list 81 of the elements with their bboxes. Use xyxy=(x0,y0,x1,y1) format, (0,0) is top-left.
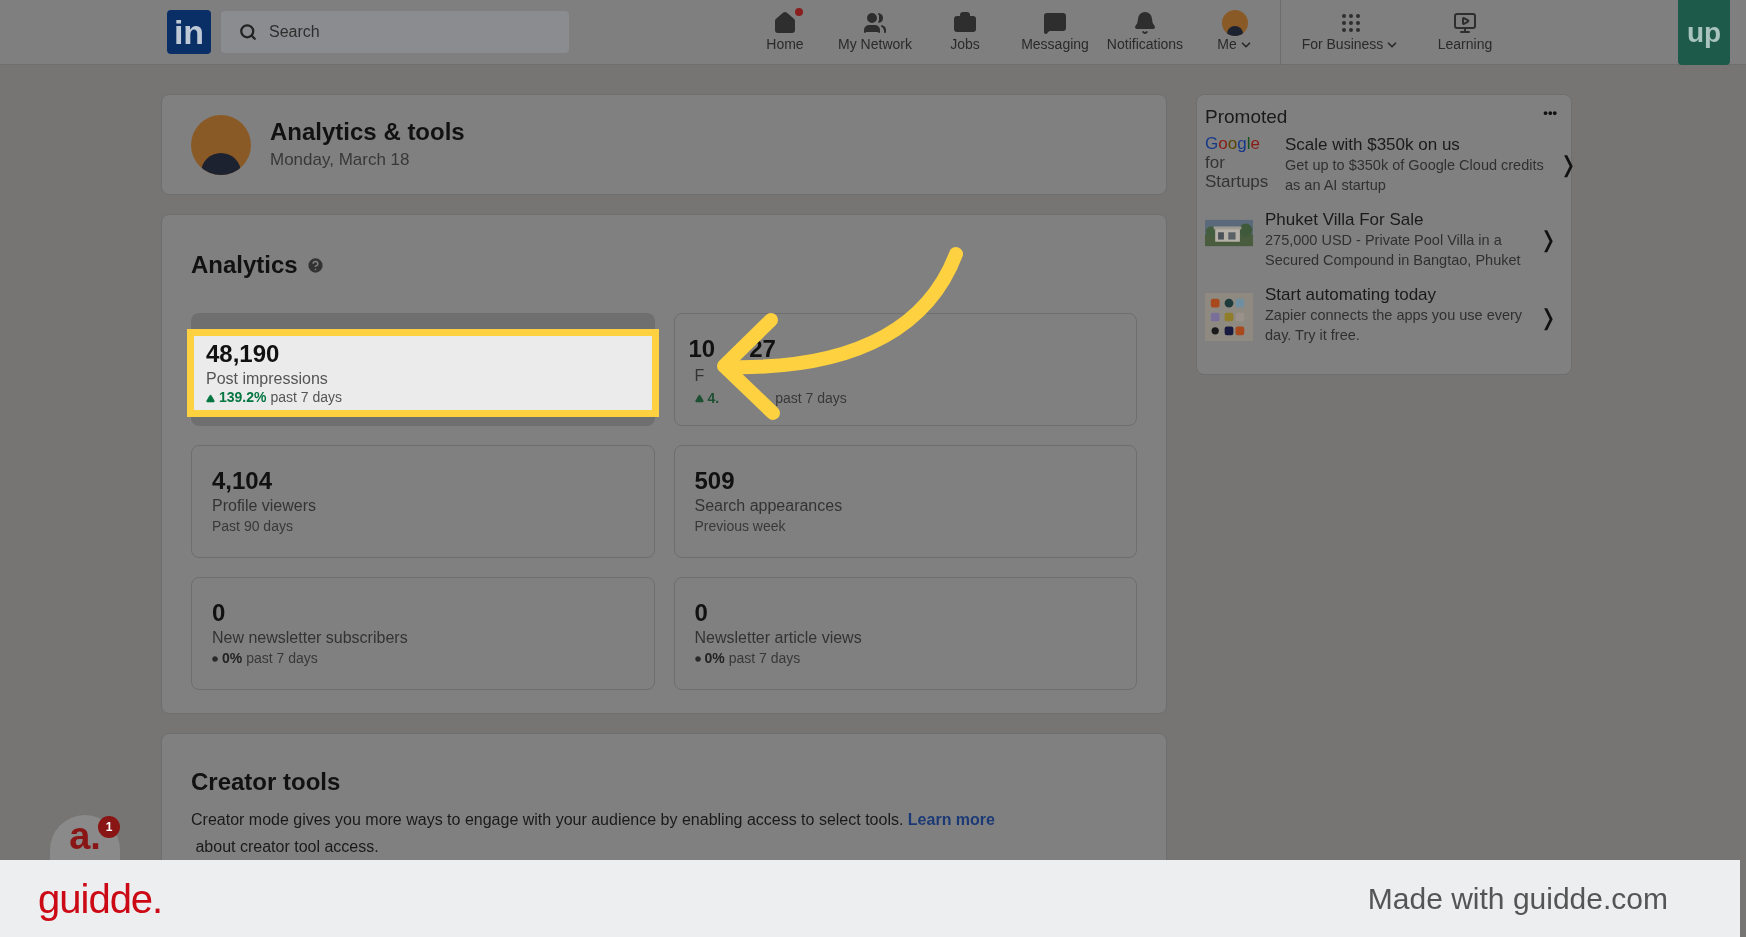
nav-label: My Network xyxy=(838,36,912,54)
nav-item[interactable]: Jobs xyxy=(920,0,1010,65)
logo[interactable]: in xyxy=(167,10,211,54)
ad-text: 275,000 USD - Private Pool Villa in a Secured Compound in Bangtao, Phuket xyxy=(1265,231,1522,270)
ad-item[interactable]: Start automating today Zapier connects the apps you use every day. Try it free. ❭ xyxy=(1205,284,1563,350)
section-title: Creator tools xyxy=(191,767,342,797)
stat-number: 4,104 xyxy=(212,466,274,496)
stat-card[interactable]: 0 Newsletter article views 0% past 7 days xyxy=(673,577,1137,690)
section-title: Promoted xyxy=(1205,105,1288,129)
period-text: past 7 days xyxy=(775,389,847,408)
change-value: 139.2% xyxy=(219,389,267,407)
nav-item[interactable]: Home xyxy=(740,0,830,65)
chat-icon xyxy=(1043,11,1067,36)
stat-card[interactable]: 0 New newsletter subscribers 0% past 7 days xyxy=(191,577,655,690)
search-icon xyxy=(239,23,257,41)
stat-label: F xyxy=(694,367,705,384)
brand-logo: guidde. xyxy=(38,875,163,923)
change-value: 0% xyxy=(704,649,725,668)
credit-text: Made with guidde.com xyxy=(1367,881,1668,917)
ad-item[interactable]: Phuket Villa For Sale 275,000 USD - Private Pool Villa in a Secured Compound in Bangtao, Phuket ❭ xyxy=(1205,208,1563,270)
chevron-icon: ❭ xyxy=(1559,147,1583,181)
nav-label: Jobs xyxy=(950,36,980,54)
stat-number: 0 xyxy=(694,598,709,628)
nav-label: Learning xyxy=(1437,36,1493,54)
nav-item[interactable]: Messaging xyxy=(1010,0,1100,65)
nav-label: For Business xyxy=(1301,36,1384,54)
home-icon xyxy=(773,11,797,36)
nav-label: Home xyxy=(766,36,804,54)
nav-label: Messaging xyxy=(1021,36,1089,54)
ad-text: Zapier connects the apps you use every day. Try it free. xyxy=(1265,306,1524,346)
stat-label: New newsletter subscribers xyxy=(212,628,409,648)
avatar-icon xyxy=(1222,10,1248,37)
stat-number: 48,190 xyxy=(206,339,281,370)
people-icon xyxy=(863,11,887,36)
period-text: past 7 days xyxy=(728,649,801,668)
stat-number: 509 xyxy=(694,466,736,496)
change-value: 0% xyxy=(222,649,243,668)
nav-label: Me xyxy=(1217,36,1237,54)
chevron-icon: ❭ xyxy=(1539,222,1563,256)
stat-number: 0 xyxy=(212,598,227,628)
nav-item[interactable]: For Business xyxy=(1280,0,1420,65)
stat-label: Post impressions xyxy=(206,369,329,390)
period-text: past 7 days xyxy=(246,649,318,668)
dot-icon xyxy=(694,655,701,662)
corner-logo[interactable]: up xyxy=(1678,0,1730,65)
stat-label: Newsletter article views xyxy=(694,628,863,648)
ad-text: Get up to $350k of Google Cloud credits as an AI startup xyxy=(1285,155,1545,195)
nav-label: Notifications xyxy=(1106,36,1184,54)
section-title: Analytics xyxy=(191,250,298,280)
up-triangle-icon xyxy=(206,393,215,403)
help-icon[interactable] xyxy=(305,255,325,275)
period-text: Previous week xyxy=(694,517,787,536)
nav-item[interactable]: My Network xyxy=(830,0,920,65)
period-text: past 7 days xyxy=(270,389,343,407)
nav-item[interactable]: Learning xyxy=(1420,0,1510,65)
stat-card[interactable]: 509 Search appearances Previous week xyxy=(673,445,1137,558)
up-triangle-icon xyxy=(694,394,704,403)
stat-label: Search appearances xyxy=(694,496,844,516)
nav-item[interactable]: Me xyxy=(1190,0,1280,65)
stat-number: 10 xyxy=(688,334,716,364)
ad-title: Phuket Villa For Sale xyxy=(1265,208,1425,230)
page-title: Analytics & tools xyxy=(270,116,465,147)
more-button[interactable]: ••• xyxy=(1543,103,1557,123)
ad-logo-subtitle: for Startups xyxy=(1205,152,1270,191)
learn-more-link[interactable]: Learn more xyxy=(907,811,995,828)
ad-logo: Google xyxy=(1205,133,1261,153)
ad-title: Scale with $350k on us xyxy=(1285,133,1461,155)
description-text: Creator mode gives you more ways to engage with your audience by enabling access to select tools. Learn more about creator tool access. xyxy=(191,810,996,857)
ad-title: Start automating today xyxy=(1265,284,1438,306)
bell-icon xyxy=(1133,11,1157,36)
count-badge: 1 xyxy=(98,816,120,838)
date-text: Monday, March 18 xyxy=(270,148,411,171)
change-value: 4. xyxy=(707,389,720,408)
dot-icon xyxy=(212,655,218,662)
stat-label: Profile viewers xyxy=(212,496,318,516)
stat-card[interactable]: 4,104 Profile viewers Past 90 days xyxy=(191,445,655,558)
nav-item[interactable]: Notifications xyxy=(1100,0,1190,65)
screen-play-icon xyxy=(1453,11,1477,36)
search-field[interactable]: Search xyxy=(221,11,569,53)
chevron-icon: ❭ xyxy=(1539,300,1563,334)
period-text: Past 90 days xyxy=(212,517,294,536)
